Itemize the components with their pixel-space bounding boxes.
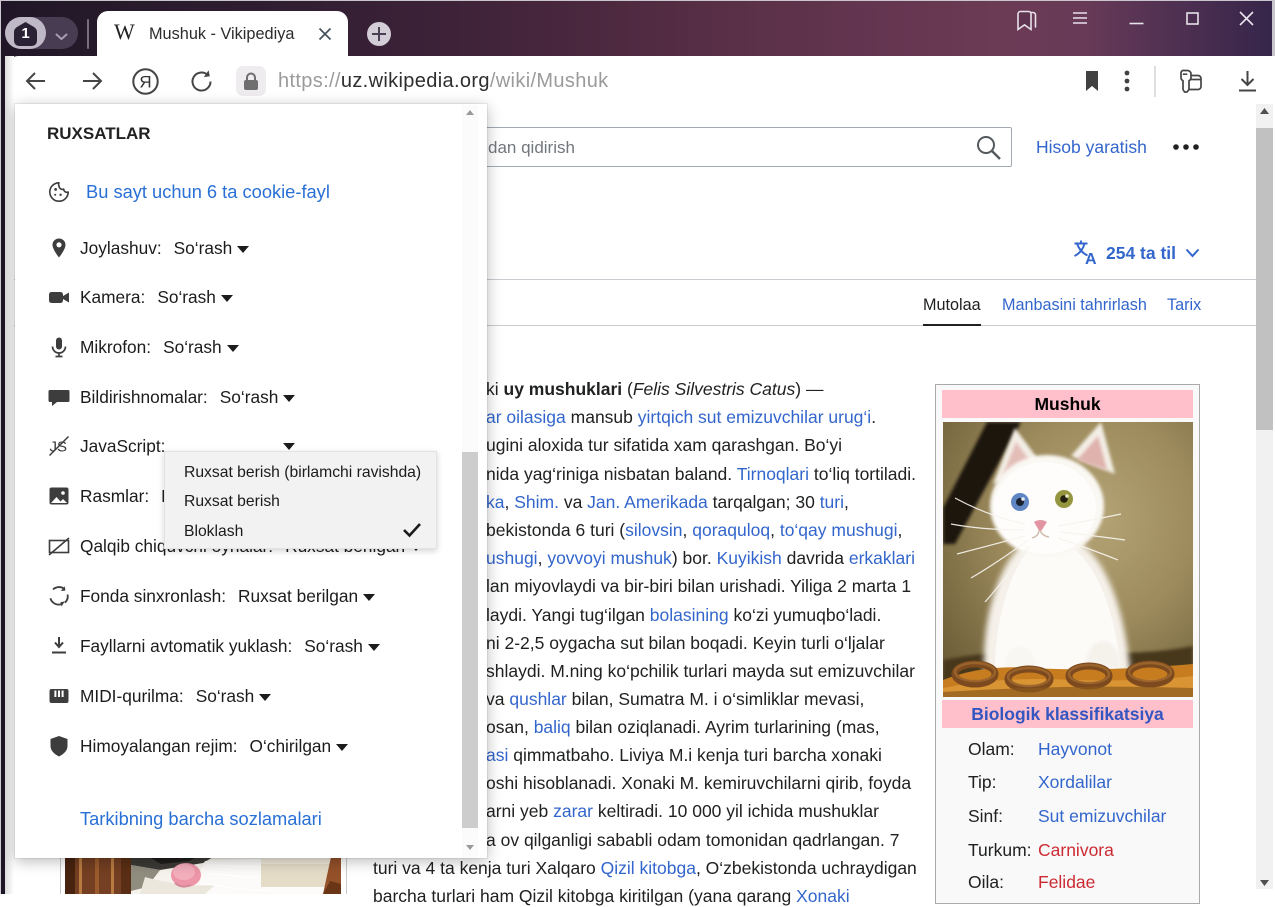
svg-text:A: A <box>1085 251 1097 266</box>
svg-text:Я: Я <box>139 73 151 92</box>
